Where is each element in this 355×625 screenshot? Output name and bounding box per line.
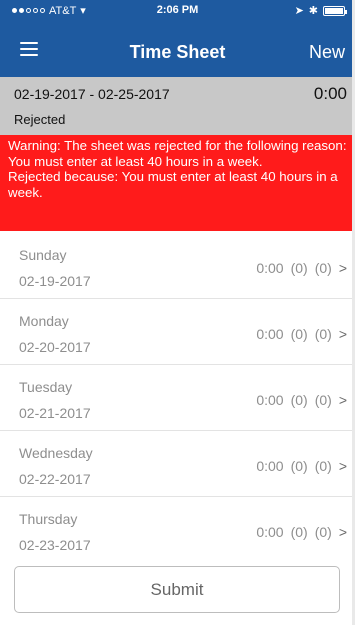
day-date: 02-20-2017	[19, 339, 91, 355]
day-count-a: (0)	[290, 458, 308, 474]
day-hours: 0:00	[256, 458, 284, 474]
day-hours: 0:00	[256, 260, 284, 276]
day-count-b: (0)	[314, 524, 332, 540]
timesheet-summary: 02-19-2017 - 02-25-2017 0:00 Rejected	[0, 77, 355, 135]
date-range: 02-19-2017 - 02-25-2017	[14, 86, 170, 102]
day-name: Sunday	[19, 247, 67, 263]
warning-message: Warning: The sheet was rejected for the …	[8, 138, 347, 169]
day-name: Tuesday	[19, 379, 73, 395]
day-stats: 0:00 (0) (0) >	[256, 260, 347, 276]
submit-area: Submit	[0, 560, 355, 625]
day-count-a: (0)	[290, 392, 308, 408]
day-count-a: (0)	[290, 524, 308, 540]
day-stats: 0:00 (0) (0) >	[256, 392, 347, 408]
day-count-b: (0)	[314, 392, 332, 408]
day-stats: 0:00 (0) (0) >	[256, 326, 347, 342]
nav-bar: Time Sheet New	[0, 28, 355, 72]
day-list: Sunday 02-19-2017 0:00 (0) (0) > Monday …	[0, 233, 355, 563]
day-row-wednesday[interactable]: Wednesday 02-22-2017 0:00 (0) (0) >	[0, 431, 355, 497]
chevron-right-icon: >	[338, 392, 347, 408]
day-date: 02-21-2017	[19, 405, 91, 421]
day-count-b: (0)	[314, 260, 332, 276]
new-button[interactable]: New	[309, 42, 345, 63]
day-date: 02-19-2017	[19, 273, 91, 289]
battery-icon	[323, 5, 347, 16]
bluetooth-icon: ✱	[308, 5, 318, 17]
day-count-b: (0)	[314, 326, 332, 342]
day-date: 02-23-2017	[19, 537, 91, 553]
chevron-right-icon: >	[338, 524, 347, 540]
day-date: 02-22-2017	[19, 471, 91, 487]
day-count-a: (0)	[290, 326, 308, 342]
day-stats: 0:00 (0) (0) >	[256, 458, 347, 474]
day-count-b: (0)	[314, 458, 332, 474]
location-icon: ➤	[294, 5, 304, 17]
status-bar: AT&T ▾ 2:06 PM ➤ ✱	[0, 0, 355, 20]
day-count-a: (0)	[290, 260, 308, 276]
page-title: Time Sheet	[129, 42, 226, 62]
header-bar: AT&T ▾ 2:06 PM ➤ ✱ Time Sheet New	[0, 0, 355, 77]
day-hours: 0:00	[256, 326, 284, 342]
day-row-sunday[interactable]: Sunday 02-19-2017 0:00 (0) (0) >	[0, 233, 355, 299]
status-icons: ➤ ✱	[294, 4, 347, 17]
day-row-monday[interactable]: Monday 02-20-2017 0:00 (0) (0) >	[0, 299, 355, 365]
day-name: Monday	[19, 313, 69, 329]
day-name: Thursday	[19, 511, 78, 527]
rejection-warning: Warning: The sheet was rejected for the …	[0, 135, 355, 231]
chevron-right-icon: >	[338, 458, 347, 474]
submit-button[interactable]: Submit	[14, 566, 340, 613]
day-hours: 0:00	[256, 392, 284, 408]
day-row-thursday[interactable]: Thursday 02-23-2017 0:00 (0) (0) >	[0, 497, 355, 563]
total-hours: 0:00	[313, 84, 347, 103]
time-sheet-screen: AT&T ▾ 2:06 PM ➤ ✱ Time Sheet New 02-19-…	[0, 0, 355, 625]
day-row-tuesday[interactable]: Tuesday 02-21-2017 0:00 (0) (0) >	[0, 365, 355, 431]
day-stats: 0:00 (0) (0) >	[256, 524, 347, 540]
day-hours: 0:00	[256, 524, 284, 540]
chevron-right-icon: >	[338, 326, 347, 342]
day-name: Wednesday	[19, 445, 93, 461]
chevron-right-icon: >	[338, 260, 347, 276]
status-label: Rejected	[14, 112, 66, 127]
rejected-because-message: Rejected because: You must enter at leas…	[8, 169, 338, 200]
